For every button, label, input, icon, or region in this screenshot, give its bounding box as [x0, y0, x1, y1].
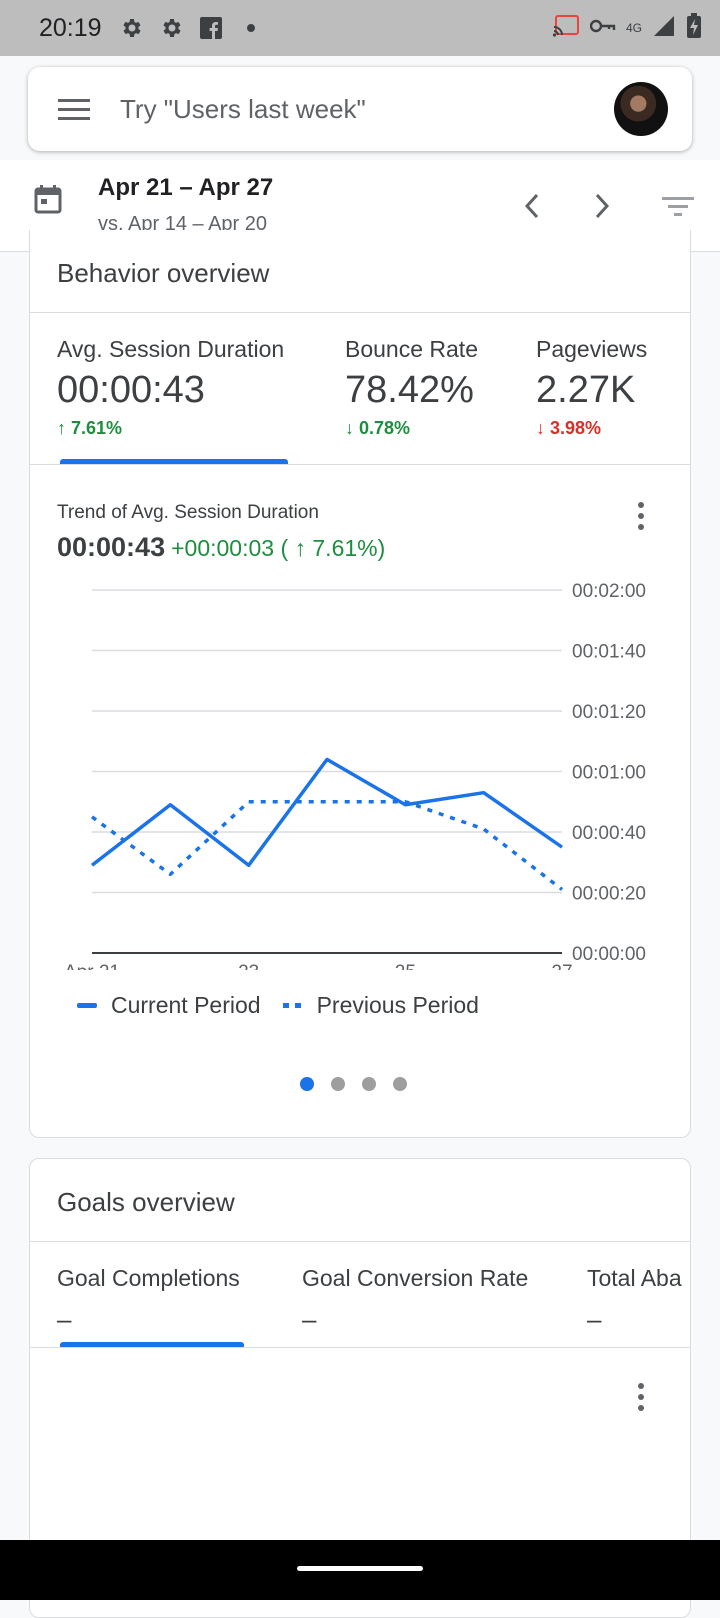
legend-label-previous: Previous Period — [316, 992, 479, 1018]
chevron-right-icon[interactable] — [580, 184, 624, 228]
divider — [30, 464, 690, 465]
trend-value-row: 00:00:43 +00:00:03 ( ↑ 7.61%) — [57, 532, 385, 563]
divider — [30, 1347, 690, 1348]
system-navigation-bar — [0, 1540, 720, 1600]
metric-label: Avg. Session Duration — [57, 336, 285, 362]
y-tick-label: 00:01:20 — [572, 702, 646, 723]
metric-value: 2.27K — [536, 369, 636, 411]
trend-change: +00:00:03 ( ↑ 7.61%) — [171, 535, 386, 561]
y-tick-label: 00:00:40 — [572, 823, 646, 844]
search-bar — [28, 67, 692, 151]
metric-avg-session-duration[interactable]: Avg. Session Duration 00:00:43 ↑ 7.61% — [57, 336, 284, 439]
legend-label-current: Current Period — [111, 992, 261, 1018]
metric-pageviews[interactable]: Pageviews 2.27K ↓ 3.98% — [536, 336, 647, 439]
metric-label: Bounce Rate — [345, 336, 478, 362]
metric-goal-completions[interactable]: Goal Completions – — [57, 1265, 240, 1335]
date-range-current[interactable]: Apr 21 – Apr 27 — [98, 174, 273, 202]
series-line-previous — [90, 800, 564, 891]
signal-icon — [652, 14, 676, 43]
filter-icon[interactable] — [656, 184, 700, 228]
metric-value: 78.42% — [345, 369, 474, 411]
trend-label: Trend of Avg. Session Duration — [57, 502, 319, 523]
y-tick-label: 00:01:00 — [572, 763, 646, 784]
y-tick-label: 00:00:00 — [572, 944, 646, 965]
signal-4g-icon: 4G — [625, 21, 642, 35]
metric-delta: ↓ 3.98% — [536, 418, 602, 438]
battery-charging-icon — [686, 12, 702, 44]
behavior-overview-card: Behavior overview Avg. Session Duration … — [29, 230, 691, 1138]
metric-bounce-rate[interactable]: Bounce Rate 78.42% ↓ 0.78% — [345, 336, 478, 439]
more-options-icon[interactable] — [626, 496, 656, 536]
metric-value: 00:00:43 — [57, 369, 205, 411]
metric-label: Goal Completions — [57, 1265, 240, 1291]
dot-icon — [238, 15, 264, 41]
status-bar: 20:19 4G — [0, 0, 720, 56]
divider — [30, 1241, 690, 1242]
page-dot[interactable] — [393, 1077, 407, 1091]
metric-label: Pageviews — [536, 336, 648, 362]
more-options-icon[interactable] — [626, 1377, 656, 1417]
calendar-icon[interactable] — [34, 184, 62, 219]
vpn-key-icon — [589, 18, 616, 39]
chevron-left-icon[interactable] — [510, 184, 554, 228]
goals-overview-title: Goals overview — [57, 1187, 235, 1217]
x-tick-label: 23 — [238, 962, 259, 970]
metric-value: – — [57, 1304, 72, 1334]
page-dot[interactable] — [362, 1077, 376, 1091]
behavior-overview-title: Behavior overview — [57, 258, 270, 288]
avatar[interactable] — [614, 82, 668, 136]
chart-legend: Current Period Previous Period — [77, 992, 479, 1019]
metric-label: Total Aba — [587, 1265, 682, 1291]
metric-delta: ↓ 0.78% — [345, 418, 411, 438]
metric-label: Goal Conversion Rate — [302, 1265, 529, 1291]
y-tick-label: 00:02:00 — [572, 581, 646, 602]
y-tick-label: 00:01:40 — [572, 642, 646, 663]
trend-chart: 00:00:00 00:00:20 00:00:40 00:01:00 00:01:20… — [64, 581, 646, 970]
series-line-current — [90, 757, 563, 868]
legend-swatch-previous — [282, 1003, 303, 1008]
metric-value: – — [302, 1304, 317, 1334]
facebook-icon — [198, 15, 224, 41]
page-dot[interactable] — [331, 1077, 345, 1091]
status-time: 20:19 — [39, 13, 102, 42]
legend-swatch-current — [77, 1003, 97, 1008]
x-tick-label: 27 — [551, 962, 572, 970]
x-tick-label: Apr 21 — [64, 962, 120, 970]
page-indicator — [300, 1077, 407, 1091]
gear-icon — [158, 15, 184, 41]
hamburger-menu-icon[interactable] — [58, 89, 98, 129]
cast-icon — [552, 14, 580, 43]
metric-goal-conversion-rate[interactable]: Goal Conversion Rate – — [302, 1265, 528, 1335]
metric-value: – — [587, 1304, 602, 1334]
search-input[interactable] — [120, 93, 580, 125]
page-dot[interactable] — [300, 1077, 314, 1091]
y-tick-label: 00:00:20 — [572, 884, 646, 905]
metric-total-abandonment[interactable]: Total Aba – — [587, 1265, 682, 1335]
divider — [30, 312, 690, 313]
x-tick-label: 25 — [395, 962, 416, 970]
home-gesture-handle[interactable] — [297, 1566, 423, 1571]
gear-icon — [118, 15, 144, 41]
trend-value: 00:00:43 — [57, 532, 166, 562]
metric-delta: ↑ 7.61% — [57, 418, 123, 438]
